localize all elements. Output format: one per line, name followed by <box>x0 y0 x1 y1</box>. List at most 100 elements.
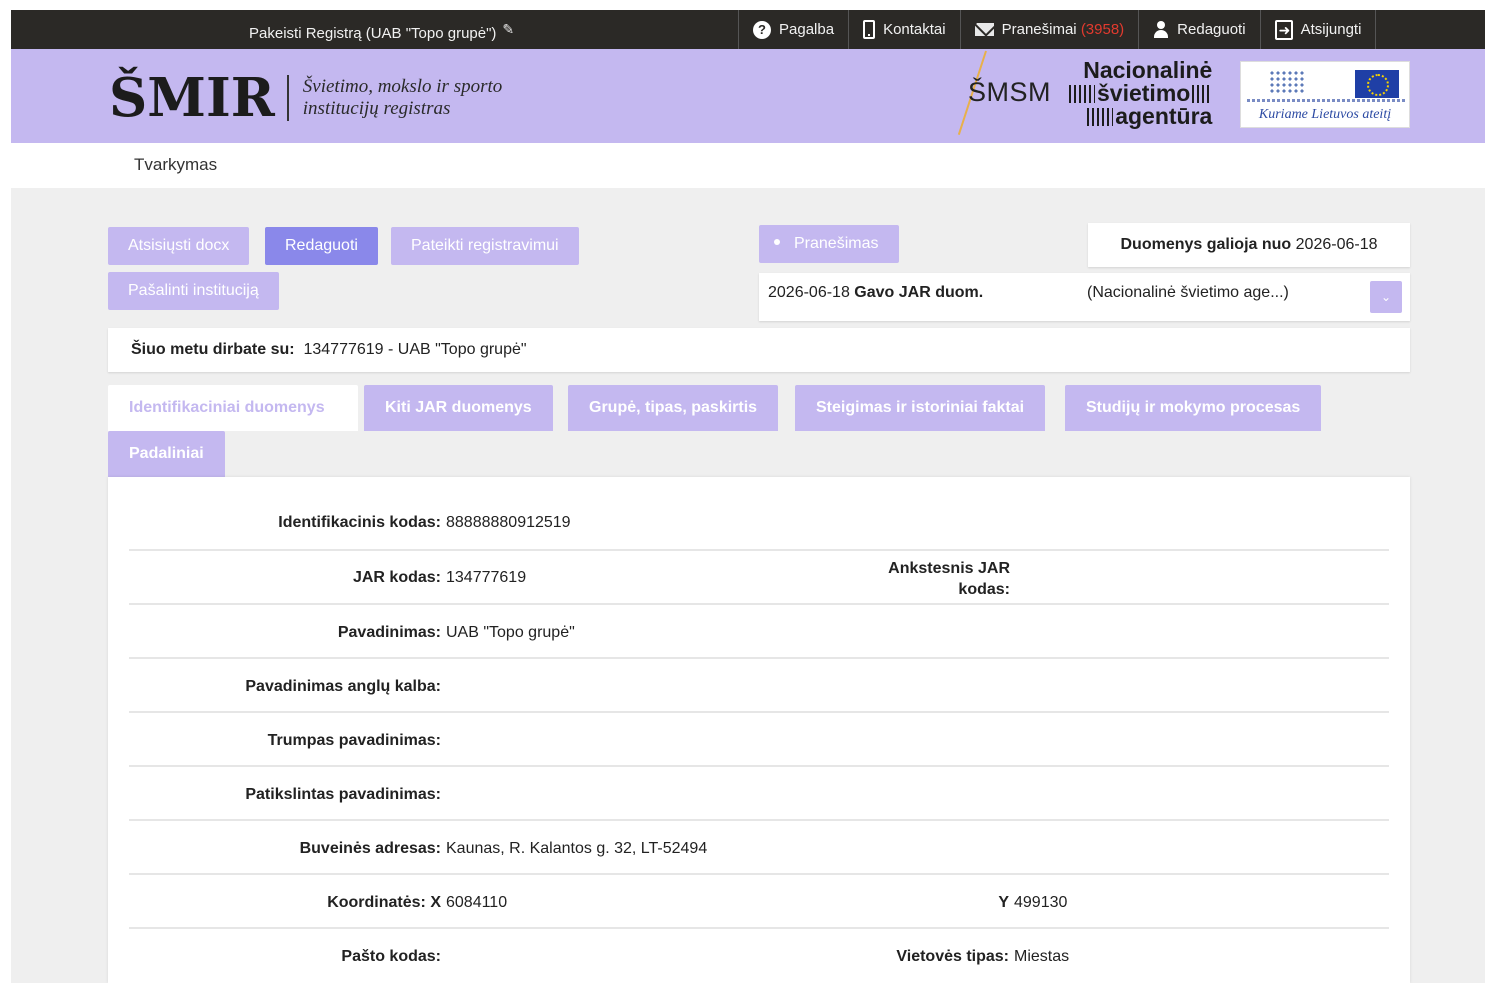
top-nav: ? Pagalba Kontaktai Pranešimai (3958) Re… <box>738 10 1377 50</box>
question-circle-icon: ? <box>753 20 771 39</box>
eu-flag-icon <box>1355 70 1399 98</box>
nsa-bars-icon-2 <box>1087 108 1114 126</box>
field-row-short-name: Trumpas pavadinimas: <box>129 713 1389 767</box>
locality-value: Miestas <box>1014 948 1070 965</box>
prev-jar-line2: kodas: <box>958 581 1010 598</box>
dot-icon <box>774 239 780 245</box>
name-label: Pavadinimas: <box>337 624 441 641</box>
address-value: Kaunas, R. Kalantos g. 32, LT-52494 <box>446 840 708 857</box>
nsa-line2-row: švietimo <box>1069 82 1213 105</box>
nsa-logo: Nacionalinė švietimo agentūra <box>1069 57 1213 128</box>
message-select[interactable]: 2026-06-18 Gavo JAR duom. (Nacionalinė š… <box>759 273 1410 321</box>
messages-count-badge[interactable]: (3958) <box>1081 21 1124 38</box>
eu-motto: Kuriame Lietuvos ateitį <box>1258 107 1392 122</box>
coords-x-label: Koordinatės: X <box>327 894 441 911</box>
nav-contacts-label[interactable]: Kontaktai <box>883 10 946 49</box>
name-value: UAB "Topo grupė" <box>446 624 575 641</box>
postal-label: Pašto kodas: <box>341 948 441 965</box>
field-row-coordinates: Koordinatės: X 6084110 Y 499130 <box>129 875 1389 929</box>
nav-logout[interactable]: Atsijungti <box>1259 10 1377 50</box>
eu-fine-print <box>1247 99 1405 102</box>
nav-help-label[interactable]: Pagalba <box>779 10 834 49</box>
site-header: ŠMIR Švietimo, mokslo ir sporto instituc… <box>11 49 1485 143</box>
top-bar: Pakeisti Registrą (UAB "Topo grupė") ✎ ? … <box>11 10 1485 50</box>
field-row-name: Pavadinimas: UAB "Topo grupė" <box>129 605 1389 659</box>
coords-y-value: 499130 <box>1014 894 1068 911</box>
logo-mark: ŠMIR <box>109 67 275 129</box>
tab-identification[interactable]: Identifikaciniai duomenys <box>108 385 358 431</box>
field-row-jar-code: JAR kodas: 134777619 Ankstesnis JAR kodas… <box>129 551 1389 605</box>
breadcrumb: Tvarkymas <box>134 155 218 174</box>
message-entry: 2026-06-18 Gavo JAR duom. <box>768 284 983 302</box>
logo-subtitle: Švietimo, mokslo ir sporto institucijų r… <box>303 76 503 120</box>
nsa-line3: agentūra <box>1115 103 1213 129</box>
name-en-label: Pavadinimas anglų kalba: <box>245 678 441 695</box>
data-validity-box: Duomenys galioja nuo 2026-06-18 <box>1088 223 1410 267</box>
logout-icon <box>1274 11 1293 50</box>
edit-button[interactable]: Redaguoti <box>265 227 378 265</box>
nav-messages-text[interactable]: Pranešimai <box>1002 21 1077 38</box>
address-label: Buveinės adresas: <box>299 840 441 857</box>
logo-divider <box>286 75 289 121</box>
prev-jar-line1: Ankstesnis JAR <box>888 560 1010 577</box>
nsa-bars-icon <box>1069 85 1095 103</box>
download-docx-button[interactable]: Atsisiųsti docx <box>108 227 250 265</box>
nav-messages-label[interactable]: Pranešimai (3958) <box>1002 10 1125 49</box>
current-institution-bar: Šiuo metu dirbate su: 134777619 - UAB "T… <box>108 328 1410 372</box>
chevron-down-icon[interactable]: ⌄ <box>1370 281 1402 313</box>
field-row-address: Buveinės adresas: Kaunas, R. Kalantos g.… <box>129 821 1389 875</box>
notice-button[interactable]: Pranešimas <box>759 225 900 263</box>
pencil-icon[interactable]: ✎ <box>502 10 514 49</box>
registry-label[interactable]: Pakeisti Registrą (UAB "Topo grupė") <box>249 25 496 42</box>
smsm-logo: ŠMSM <box>968 77 1051 107</box>
nav-edit-label[interactable]: Redaguoti <box>1177 10 1245 49</box>
change-registry-link[interactable]: Pakeisti Registrą (UAB "Topo grupė") ✎ <box>249 10 514 49</box>
field-row-id-code: Identifikacinis kodas: 88888880912519 <box>129 497 1389 551</box>
nav-help[interactable]: ? Pagalba <box>738 10 848 49</box>
nav-edit-profile[interactable]: Redaguoti <box>1138 10 1259 49</box>
nav-contacts[interactable]: Kontaktai <box>848 10 960 49</box>
submit-registration-button[interactable]: Pateikti registravimui <box>391 227 579 265</box>
tab-group-type[interactable]: Grupė, tipas, paskirtis <box>568 385 779 431</box>
nav-messages[interactable]: Pranešimai (3958) <box>959 10 1139 49</box>
validity-label: Duomenys galioja nuo <box>1120 236 1292 253</box>
logo-subtitle-line1: Švietimo, mokslo ir sporto <box>302 76 503 97</box>
smir-logo[interactable]: ŠMIR Švietimo, mokslo ir sporto instituc… <box>109 69 502 127</box>
short-name-label: Trumpas pavadinimas: <box>267 732 441 749</box>
tab-divisions[interactable]: Padaliniai <box>108 431 225 477</box>
id-code-value: 88888880912519 <box>446 514 571 531</box>
remove-institution-button[interactable]: Pašalinti instituciją <box>108 272 279 310</box>
nsa-line3-row: agentūra <box>1069 105 1212 128</box>
working-value: 134777619 - UAB "Topo grupė" <box>303 341 527 358</box>
jar-code-value: 134777619 <box>446 569 527 586</box>
nav-logout-label[interactable]: Atsijungti <box>1301 10 1362 49</box>
envelope-icon <box>974 23 994 36</box>
nsa-line1: Nacionalinė <box>1083 57 1213 83</box>
jar-code-label: JAR kodas: <box>352 569 441 586</box>
coords-y-label: Y <box>998 894 1009 911</box>
working-label: Šiuo metu dirbate su: <box>131 341 295 358</box>
tab-other-jar[interactable]: Kiti JAR duomenys <box>364 385 553 431</box>
field-row-exact-name: Patikslintas pavadinimas: <box>129 767 1389 821</box>
locality-label: Vietovės tipas: <box>896 948 1009 965</box>
message-title: Gavo JAR duom. <box>854 284 984 301</box>
message-date: 2026-06-18 <box>768 284 850 301</box>
field-row-name-en: Pavadinimas anglų kalba: <box>129 659 1389 713</box>
eu-dots-icon <box>1269 70 1305 94</box>
id-code-label: Identifikacinis kodas: <box>278 514 441 531</box>
validity-date: 2026-06-18 <box>1295 236 1378 253</box>
notice-button-label[interactable]: Pranešimas <box>794 235 878 252</box>
exact-name-label: Patikslintas pavadinimas: <box>245 786 441 803</box>
phone-icon <box>863 20 876 39</box>
tab-study-process[interactable]: Studijų ir mokymo procesas <box>1065 385 1322 431</box>
logo-subtitle-line2: institucijų registras <box>302 98 451 119</box>
user-icon <box>1153 21 1169 38</box>
identification-panel: Identifikacinis kodas: 88888880912519 JA… <box>108 477 1410 983</box>
prev-jar-code-label: Ankstesnis JAR kodas: <box>888 558 1010 600</box>
message-source: (Nacionalinė švietimo age...) <box>1087 284 1289 301</box>
eu-funds-logo: Kuriame Lietuvos ateitį <box>1240 61 1410 128</box>
nsa-bars-right-icon <box>1192 85 1213 103</box>
tab-founding-history[interactable]: Steigimas ir istoriniai faktai <box>795 385 1046 431</box>
coords-x-value: 6084110 <box>446 894 508 911</box>
field-row-postal: Pašto kodas: Vietovės tipas: Miestas <box>129 929 1389 983</box>
